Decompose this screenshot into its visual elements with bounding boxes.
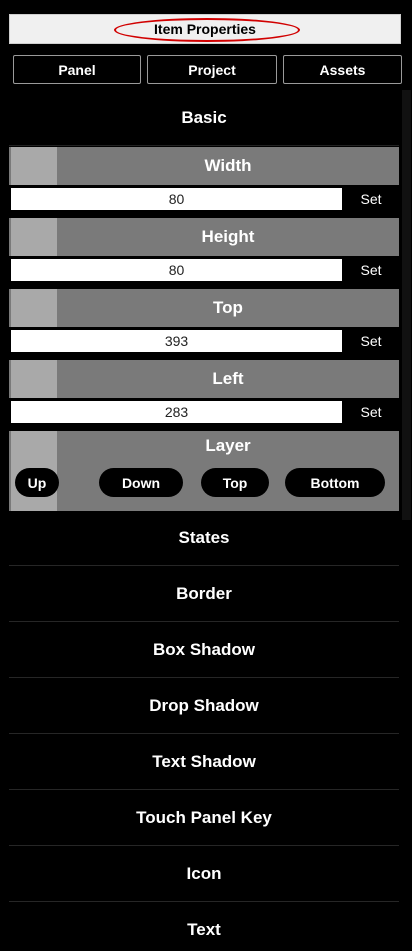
top-set-button[interactable]: Set [347,330,395,352]
tab-project[interactable]: Project [147,55,277,84]
height-input[interactable] [11,259,342,281]
layer-up-button[interactable]: Up [15,468,59,497]
left-swatch [11,360,57,398]
section-touch-panel-key[interactable]: Touch Panel Key [9,791,399,846]
section-text[interactable]: Text [9,903,399,951]
width-value-row: Set [9,187,399,211]
layer-label: Layer [205,436,251,455]
top-row: Top [9,289,399,327]
layer-bottom-button[interactable]: Bottom [285,468,385,497]
layer-row: Layer Up Down Top Bottom [9,431,399,511]
left-row: Left [9,360,399,398]
width-input[interactable] [11,188,342,210]
height-value-row: Set [9,258,399,282]
section-drop-shadow[interactable]: Drop Shadow [9,679,399,734]
layer-top-button[interactable]: Top [201,468,269,497]
scrollbar-thumb[interactable] [402,90,411,520]
width-row: Width [9,147,399,185]
properties-panel: Item Properties Panel Project Assets Bas… [0,0,412,951]
title-bar: Item Properties [9,14,401,44]
tab-panel[interactable]: Panel [13,55,141,84]
height-row: Height [9,218,399,256]
section-text-shadow[interactable]: Text Shadow [9,735,399,790]
section-icon[interactable]: Icon [9,847,399,902]
height-label: Height [201,227,255,246]
left-input[interactable] [11,401,342,423]
tab-assets[interactable]: Assets [283,55,402,84]
height-swatch [11,218,57,256]
height-set-button[interactable]: Set [347,259,395,281]
top-input[interactable] [11,330,342,352]
section-box-shadow[interactable]: Box Shadow [9,623,399,678]
section-states[interactable]: States [9,511,399,566]
width-set-button[interactable]: Set [347,188,395,210]
top-label: Top [213,298,243,317]
left-label: Left [212,369,244,388]
layer-down-button[interactable]: Down [99,468,183,497]
section-border[interactable]: Border [9,567,399,622]
tab-bar: Panel Project Assets [9,55,402,86]
width-label: Width [204,156,252,175]
section-basic-header[interactable]: Basic [9,90,399,146]
top-value-row: Set [9,329,399,353]
properties-content: Basic Width Set Height Set Top Set [9,90,399,951]
width-swatch [11,147,57,185]
left-set-button[interactable]: Set [347,401,395,423]
panel-title: Item Properties [154,21,256,37]
top-swatch [11,289,57,327]
left-value-row: Set [9,400,399,424]
